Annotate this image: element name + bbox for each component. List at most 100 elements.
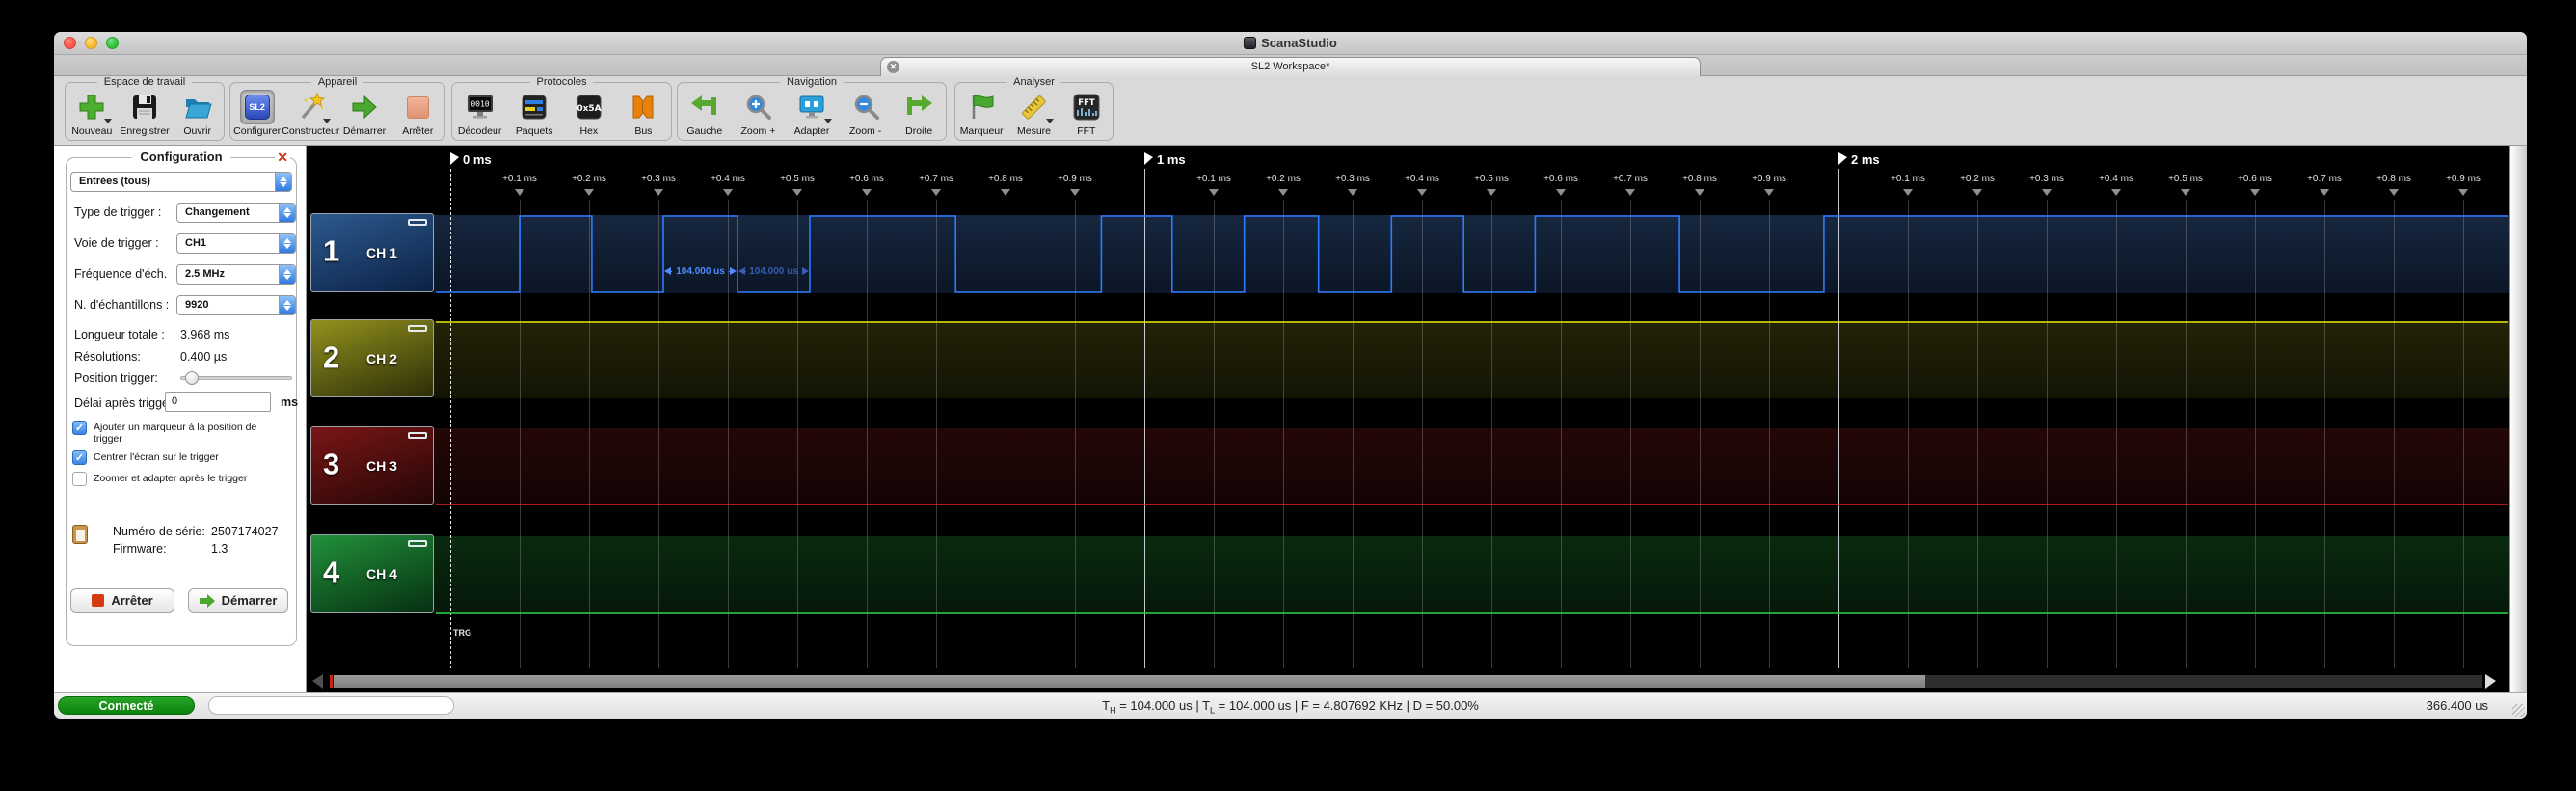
app-icon (1244, 37, 1257, 49)
toolbar-button-bus[interactable]: Bus (616, 90, 670, 140)
ruler-minor-label: +0.2 ms (572, 174, 606, 184)
toolbar-button-label: Gauche (686, 125, 723, 137)
svg-text:FFT: FFT (1078, 98, 1095, 108)
ruler-minor-label: +0.3 ms (641, 174, 676, 184)
dropdown-arrow-icon[interactable] (823, 119, 832, 123)
tab-sl2-workspace[interactable]: ✕ SL2 Workspace* (880, 57, 1701, 76)
stat-value: 3.968 ms (180, 328, 230, 341)
ruler-minor-label: +0.8 ms (2376, 174, 2411, 184)
cursor-time-readout: 366.400 us (2426, 698, 2488, 713)
dropdown-stepper-icon[interactable] (279, 234, 295, 253)
toolbar-button-hex[interactable]: 0x5A Hex (562, 90, 616, 140)
channel-header-ch-1[interactable]: 1 CH 1 (310, 213, 434, 292)
resize-grip[interactable] (2512, 704, 2525, 717)
input-scope-select[interactable]: Entrées (tous) (70, 172, 292, 192)
scroll-left-arrow-icon[interactable] (312, 674, 323, 689)
dropdown-arrow-icon[interactable] (104, 119, 113, 123)
ruler-minor-label: +0.7 ms (919, 174, 953, 184)
toolbar-button-label: Paquets (515, 125, 553, 137)
toolbar-button-adapter[interactable]: Adapter (785, 90, 839, 140)
waveform-area[interactable]: +0.1 ms +0.2 ms +0.3 ms +0.4 ms +0.5 ms +0.6 … (307, 146, 2527, 692)
toolbar-button-d-marrer[interactable]: Démarrer (337, 90, 390, 140)
ruler-minor-gridline (936, 200, 937, 668)
toolbar-button-droite[interactable]: Droite (892, 90, 946, 140)
stop-capture-button[interactable]: Arrêter (70, 588, 174, 613)
chevron-down-icon (283, 306, 291, 311)
toolbar-button-gauche[interactable]: Gauche (678, 90, 732, 140)
window-title: ScanaStudio (54, 36, 2527, 50)
checkbox-centrer-l-cran-sur-le-trigger[interactable]: ✓ (72, 450, 87, 465)
dropdown-stepper-icon[interactable] (279, 296, 295, 314)
toolbar-button-mesure[interactable]: Mesure (1007, 90, 1060, 140)
checkbox-ajouter-un-marqueur-la-position-de-trigger[interactable]: ✓ (72, 421, 87, 435)
dropdown-arrow-icon[interactable] (1046, 119, 1055, 123)
channel-band-ch-4 (434, 536, 2509, 614)
toolbar-buttons: Marqueur Mesure FFT FFT (955, 83, 1113, 140)
waveform-v-scrollbar[interactable] (2509, 146, 2527, 692)
start-capture-button[interactable]: Démarrer (188, 588, 288, 613)
toolbar-button-label: Enregistrer (120, 125, 170, 137)
scrollbar-thumb[interactable] (334, 675, 1925, 688)
toolbar-button-paquets[interactable]: Paquets (507, 90, 561, 140)
config-select-voie-de-trigger[interactable]: CH1 (176, 233, 296, 254)
toolbar-button-nouveau[interactable]: Nouveau (66, 90, 119, 140)
ruler-tick-triangle-icon (1903, 189, 1913, 196)
ruler-minor-label: +0.4 ms (2099, 174, 2133, 184)
ruler-tick-triangle-icon (1348, 189, 1357, 196)
dropdown-stepper-icon[interactable] (279, 265, 295, 284)
channel-label: CH 1 (366, 245, 397, 260)
tab-bar: ✕ SL2 Workspace* (54, 55, 2527, 76)
ruler-tick-triangle-icon (1972, 189, 1982, 196)
open-folder-icon (180, 90, 215, 124)
toolbar-button-label: Adapter (793, 125, 830, 137)
ruler-tick-triangle-icon (2458, 189, 2468, 196)
major-gridline (1144, 169, 1145, 668)
waveform-h-scrollbar[interactable] (310, 674, 2508, 689)
scroll-right-arrow-icon[interactable] (2485, 674, 2496, 689)
ruler-minor-label: +0.3 ms (2029, 174, 2064, 184)
measurement-text: 104.000 us (676, 265, 725, 277)
slider-knob[interactable] (185, 371, 199, 385)
arrow-right-icon (730, 267, 738, 275)
start-button-label: Démarrer (221, 593, 278, 608)
toolbar-button-label: Bus (634, 125, 653, 137)
channel-settings-icon[interactable] (408, 432, 427, 439)
stat-label: Résolutions: (74, 350, 141, 364)
toolbar-button-label: Nouveau (71, 125, 113, 137)
timeline-major-label: 1 ms (1157, 152, 1186, 167)
titlebar: ScanaStudio (54, 32, 2527, 55)
toolbar-buttons: Gauche Zoom + Adapter Zoom - Droite (678, 83, 946, 140)
toolbar-button-marqueur[interactable]: Marqueur (955, 90, 1007, 140)
ruler-minor-gridline (1422, 200, 1423, 668)
toolbar-button-arr-ter[interactable]: Arrêter (391, 90, 444, 140)
trigger-position-slider[interactable] (180, 371, 292, 385)
toolbar-button-ouvrir[interactable]: Ouvrir (171, 90, 224, 140)
dropdown-stepper-icon[interactable] (279, 204, 295, 222)
channel-settings-icon[interactable] (408, 325, 427, 332)
channel-header-ch-3[interactable]: 3 CH 3 (310, 426, 434, 505)
dropdown-arrow-icon[interactable] (323, 119, 332, 123)
toolbar-button-configurer[interactable]: SL2 Configurer (230, 90, 283, 140)
toolbar-button-zoom[interactable]: Zoom - (839, 90, 893, 140)
config-select-n-d-chantillons[interactable]: 9920 (176, 295, 296, 315)
toolbar-button-zoom[interactable]: Zoom + (732, 90, 786, 140)
toolbar: Espace de travail Nouveau Enregistrer Ouvri… (54, 76, 2527, 146)
toolbar-button-fft[interactable]: FFT FFT (1060, 90, 1113, 140)
scrollbar-track-rest[interactable] (1925, 675, 2482, 688)
config-select-type-de-trigger[interactable]: Changement (176, 203, 296, 223)
toolbar-button-constructeur[interactable]: Constructeur (282, 90, 339, 140)
checkbox-zoomer-et-adapter-apr-s-le-trigger[interactable] (72, 472, 87, 486)
ruler-minor-gridline (2116, 200, 2117, 668)
channel-settings-icon[interactable] (408, 219, 427, 226)
config-row-label: N. d'échantillons : (74, 298, 170, 312)
channel-settings-icon[interactable] (408, 540, 427, 547)
channel-header-ch-4[interactable]: 4 CH 4 (310, 534, 434, 613)
serial-label: Numéro de série: (113, 525, 205, 538)
dropdown-stepper-icon[interactable] (275, 173, 291, 191)
delay-after-trigger-input[interactable]: 0 (165, 392, 271, 412)
toolbar-button-d-codeur[interactable]: 0010 Décodeur (453, 90, 507, 140)
toolbar-button-enregistrer[interactable]: Enregistrer (119, 90, 172, 140)
channel-header-ch-2[interactable]: 2 CH 2 (310, 319, 434, 397)
config-select-fr-quence-d-ch[interactable]: 2.5 MHz (176, 264, 296, 285)
chevron-up-icon (280, 177, 287, 181)
